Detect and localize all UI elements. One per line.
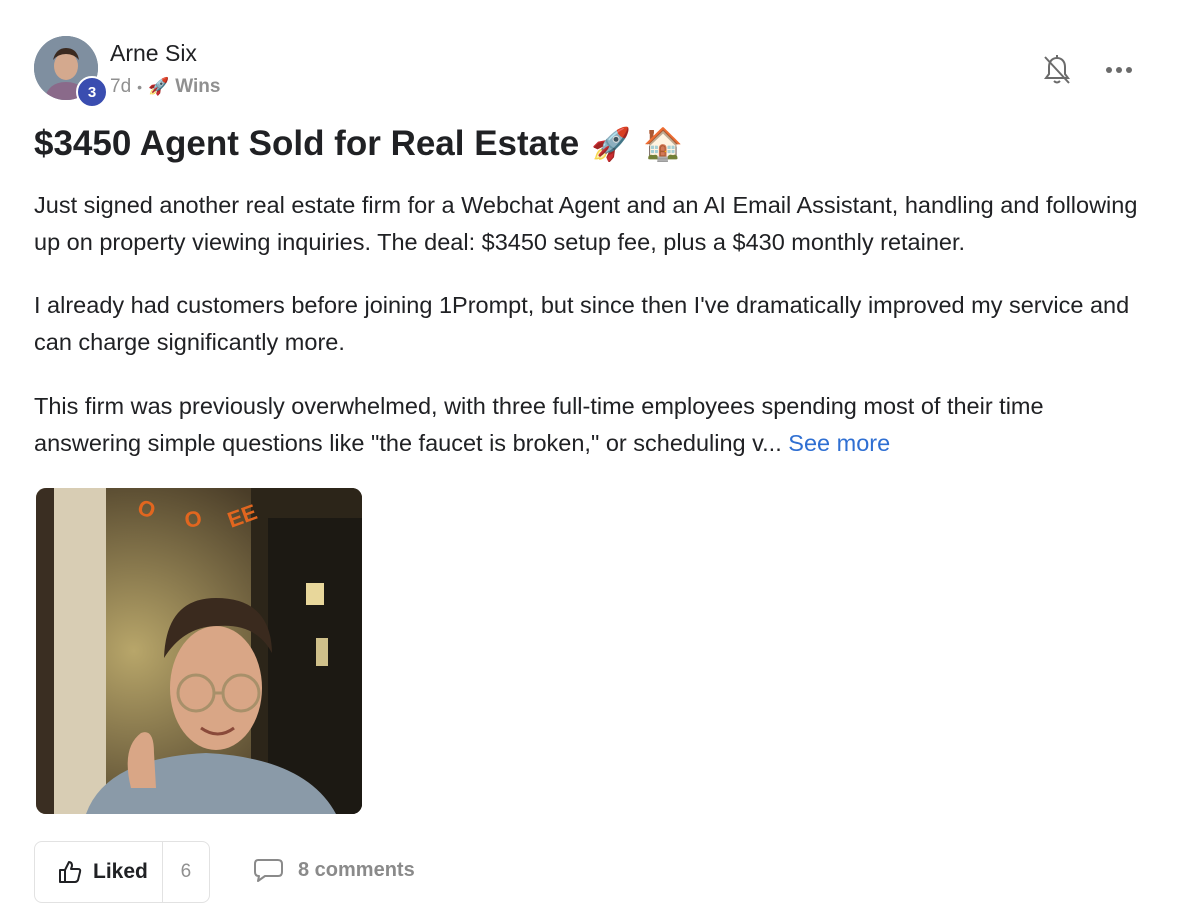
more-options-icon[interactable] [1100, 56, 1138, 84]
post-category[interactable]: Wins [175, 76, 220, 98]
post-paragraph: Just signed another real estate firm for… [34, 192, 1138, 255]
comments-label: 8 comments [298, 858, 415, 881]
like-control: Liked 6 [34, 841, 210, 903]
post-card: 3 Arne Six 7d • 🚀 Wins $3450 Agent Sold … [0, 0, 1200, 917]
post-meta: 7d • 🚀 Wins [110, 76, 220, 98]
dot [1126, 67, 1132, 73]
dot [1106, 67, 1112, 73]
meta-separator: • [137, 79, 143, 95]
author-name[interactable]: Arne Six [110, 40, 197, 67]
post-title: $3450 Agent Sold for Real Estate 🚀 🏠 [34, 124, 683, 164]
author-avatar[interactable]: 3 [34, 36, 108, 108]
post-paragraph-text: This firm was previously overwhelmed, wi… [34, 393, 1044, 456]
dot [1116, 67, 1122, 73]
comment-icon [254, 859, 283, 882]
see-more-link[interactable]: See more [788, 430, 890, 456]
thumbs-up-icon [59, 861, 82, 883]
like-label: Liked [93, 860, 148, 883]
post-image[interactable]: O O EE [36, 488, 362, 814]
category-rocket-icon: 🚀 [148, 77, 170, 96]
bell-off-icon[interactable] [1040, 52, 1074, 88]
house-icon: 🏠 [643, 126, 683, 162]
level-badge: 3 [76, 76, 108, 108]
like-count[interactable]: 6 [163, 861, 209, 883]
rocket-icon: 🚀 [591, 126, 632, 162]
post-paragraph-truncated: This firm was previously overwhelmed, wi… [34, 388, 1144, 462]
comments-button[interactable]: 8 comments [252, 857, 415, 883]
post-title-text: $3450 Agent Sold for Real Estate [34, 124, 580, 163]
post-age: 7d [110, 76, 132, 97]
post-paragraph: I already had customers before joining 1… [34, 292, 1130, 355]
like-button[interactable]: Liked [35, 842, 163, 902]
